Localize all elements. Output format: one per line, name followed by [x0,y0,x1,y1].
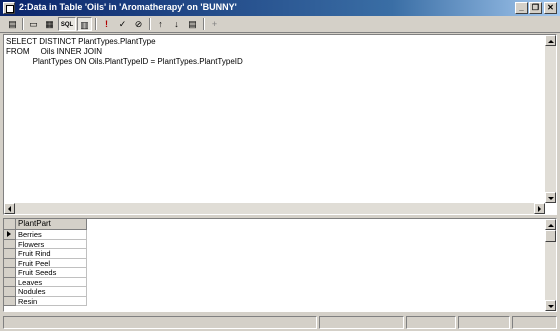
row-selector-current[interactable] [4,230,16,240]
group-by-button[interactable]: ▤ [185,17,200,31]
scroll-left-button[interactable] [4,203,15,214]
results-grid[interactable]: PlantPart Berries Flowers Fruit Rind Fru… [3,218,557,312]
scroll-right-button[interactable] [534,203,545,214]
row-selector[interactable] [4,296,16,306]
toolbar-separator [149,18,151,30]
table-row[interactable]: Fruit Peel [4,258,87,268]
table-row[interactable]: Berries [4,230,87,240]
add-table-button[interactable]: + [207,17,222,31]
title-bar[interactable]: 2:Data in Table 'Oils' in 'Aromatherapy'… [0,0,560,16]
scroll-thumb[interactable] [545,230,556,242]
grid-corner[interactable] [4,219,16,230]
row-selector[interactable] [4,249,16,259]
grid-vertical-scrollbar[interactable] [545,219,556,311]
table-row[interactable]: Nodules [4,287,87,297]
window-title: 2:Data in Table 'Oils' in 'Aromatherapy'… [19,2,237,12]
show-diagram-pane-button[interactable]: ▭ [26,17,41,31]
minimize-button[interactable]: _ [515,2,528,14]
row-selector[interactable] [4,287,16,297]
table-row[interactable]: Fruit Seeds [4,268,87,278]
sql-pane[interactable]: SELECT DISTINCT PlantTypes.PlantType FRO… [3,34,557,215]
remove-filter-button[interactable]: ⊘ [131,17,146,31]
table-row[interactable]: Leaves [4,277,87,287]
toolbar-separator [22,18,24,30]
show-sql-pane-button[interactable]: SQL [58,17,76,31]
verify-sql-button[interactable]: ✓ [115,17,130,31]
close-button[interactable]: ✕ [544,2,557,14]
row-selector[interactable] [4,239,16,249]
table-row[interactable]: Resin [4,296,87,306]
column-header-plantpart[interactable]: PlantPart [16,219,87,230]
grid-cell[interactable]: Fruit Rind [16,249,87,259]
sort-ascending-button[interactable]: ↑ [153,17,168,31]
scroll-up-button[interactable] [545,219,556,230]
row-selector[interactable] [4,258,16,268]
row-selector[interactable] [4,268,16,278]
scroll-down-button[interactable] [545,300,556,311]
status-panel [319,316,404,329]
status-bar [0,314,560,331]
status-panel [406,316,456,329]
status-panel [458,316,510,329]
grid-cell[interactable]: Fruit Peel [16,258,87,268]
status-panel-main [3,316,317,329]
sql-text[interactable]: SELECT DISTINCT PlantTypes.PlantType FRO… [6,37,243,67]
status-panel [512,316,557,329]
scroll-up-button[interactable] [545,35,556,46]
toolbar-separator [203,18,205,30]
run-button[interactable]: ! [99,17,114,31]
scroll-down-button[interactable] [545,192,556,203]
table-row[interactable]: Flowers [4,239,87,249]
grid-cell[interactable]: Berries [16,230,87,240]
grid-cell[interactable]: Flowers [16,239,87,249]
grid-cell[interactable]: Resin [16,296,87,306]
grid-cell[interactable]: Fruit Seeds [16,268,87,278]
toolbar-separator [95,18,97,30]
toolbar: ▤ ▭ ▦ SQL ▥ ! ✓ ⊘ ↑ ↓ ▤ + [0,16,560,33]
show-results-pane-button[interactable]: ▥ [77,17,92,31]
grid-cell[interactable]: Nodules [16,287,87,297]
sql-vertical-scrollbar[interactable] [545,35,556,203]
grid-rows: Berries Flowers Fruit Rind Fruit Peel Fr… [4,230,87,306]
show-grid-pane-button[interactable]: ▦ [42,17,57,31]
properties-button[interactable]: ▤ [5,17,20,31]
sort-descending-button[interactable]: ↓ [169,17,184,31]
sql-horizontal-scrollbar[interactable] [4,203,545,214]
restore-button[interactable]: ❐ [529,2,542,14]
window-icon[interactable] [3,2,15,14]
row-selector[interactable] [4,277,16,287]
grid-cell[interactable]: Leaves [16,277,87,287]
table-row[interactable]: Fruit Rind [4,249,87,259]
